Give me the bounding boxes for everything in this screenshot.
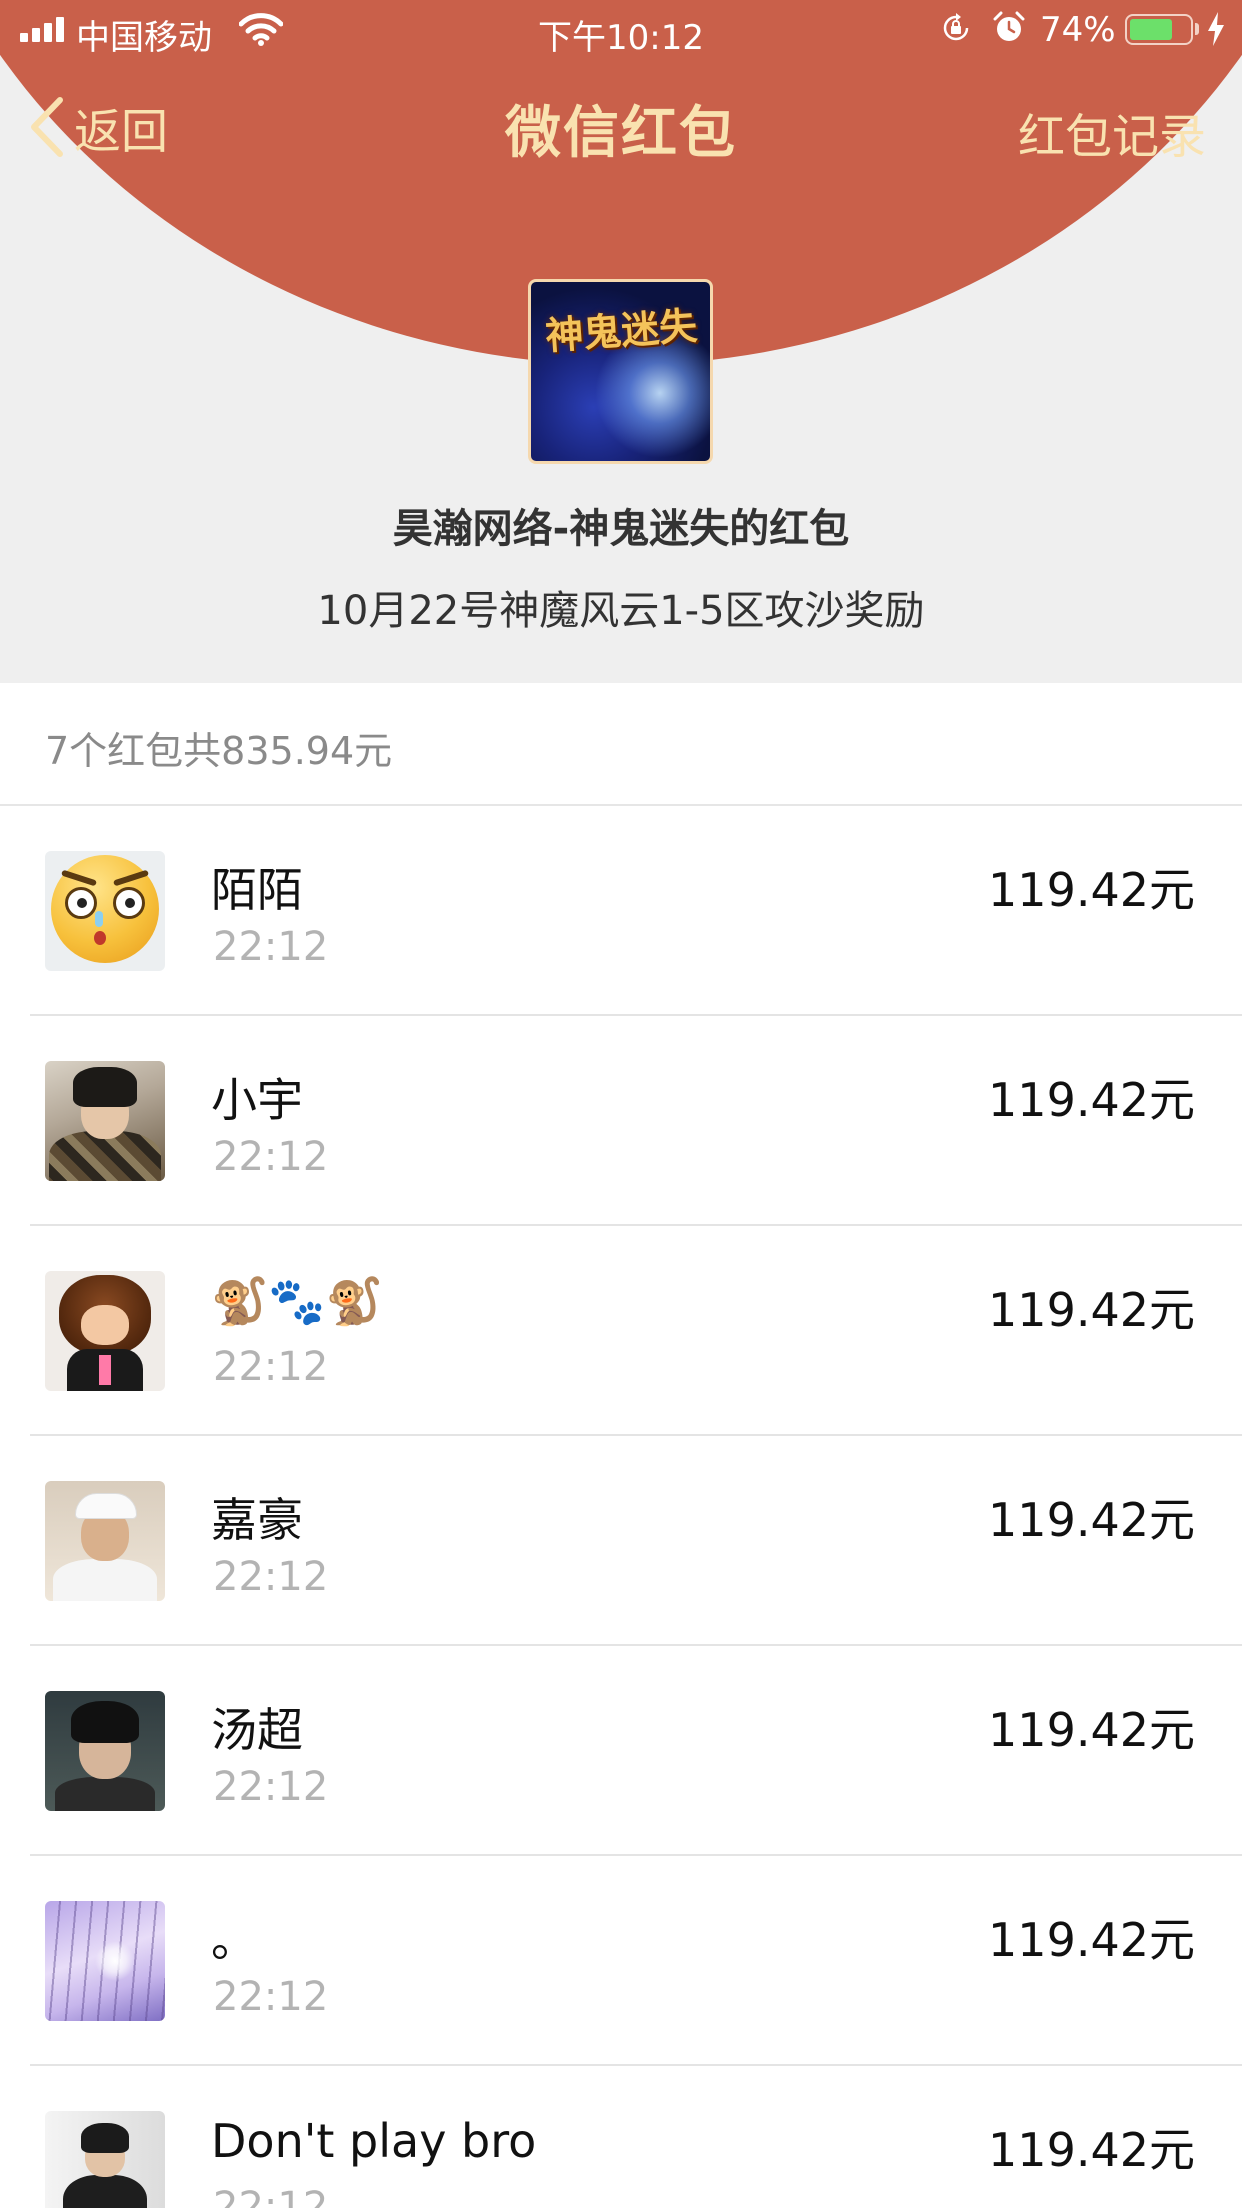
sender-logo-lettering: 神鬼迷失 [543, 302, 699, 359]
amount: 119.42元 [988, 1703, 1195, 1757]
list-item[interactable]: 嘉豪 22:12 119.42元 [0, 1436, 1242, 1646]
amount: 119.42元 [988, 1073, 1195, 1127]
receive-time: 22:12 [213, 2184, 329, 2208]
status-bar: 中国移动 下午10:12 74% [0, 0, 1242, 62]
amount: 119.42元 [988, 1283, 1195, 1337]
amount: 119.42元 [988, 1493, 1195, 1547]
receive-time: 22:12 [213, 1974, 329, 2020]
man-cap-photo-avatar[interactable] [45, 1481, 165, 1601]
greeting-message: 10月22号神魔风云1-5区攻沙奖励 [317, 588, 925, 634]
packet-summary: 7个红包共835.94元 [45, 729, 393, 773]
sender-name: 昊瀚网络-神鬼迷失的红包 [392, 506, 850, 552]
lucky-money-records-link[interactable]: 红包记录 [1018, 98, 1206, 167]
man-photo-avatar[interactable] [45, 1061, 165, 1181]
list-item[interactable]: 🐒🐾🐒 22:12 119.42元 [0, 1226, 1242, 1436]
receive-time: 22:12 [213, 1344, 329, 1390]
recipient-name: 陌陌 [211, 863, 303, 917]
lucky-money-detail-screen: 中国移动 下午10:12 74% 返回 微信红包 红包记录 神鬼迷失 昊瀚网络-… [0, 0, 1242, 2208]
rotation-lock-icon [943, 13, 969, 41]
amount: 119.42元 [988, 863, 1195, 917]
list-item[interactable]: 汤超 22:12 119.42元 [0, 1646, 1242, 1856]
amount: 119.42元 [988, 1913, 1195, 1967]
alarm-icon [993, 11, 1025, 41]
receive-time: 22:12 [213, 924, 329, 970]
receive-time: 22:12 [213, 1554, 329, 1600]
man-selfie-avatar[interactable] [45, 1691, 165, 1811]
battery-icon [1125, 14, 1193, 45]
list-item[interactable]: 小宇 22:12 119.42元 [0, 1016, 1242, 1226]
winter-scene-avatar[interactable] [45, 1901, 165, 2021]
recipient-list: 陌陌 22:12 119.42元 小宇 22:12 119.42元 🐒🐾🐒 22… [0, 806, 1242, 2208]
recipient-name: 嘉豪 [211, 1493, 303, 1547]
doll-avatar[interactable] [45, 1271, 165, 1391]
angry-emoji-avatar[interactable] [45, 851, 165, 971]
recipient-name: 。 [211, 1913, 257, 1967]
battery-percent: 74% [1040, 10, 1116, 50]
recipient-name: 小宇 [211, 1073, 303, 1127]
amount: 119.42元 [988, 2123, 1195, 2177]
man-bw-photo-avatar[interactable] [45, 2111, 165, 2208]
list-item[interactable]: 。 22:12 119.42元 [0, 1856, 1242, 2066]
receive-time: 22:12 [213, 1134, 329, 1180]
list-item[interactable]: Don't play bro 22:12 119.42元 [0, 2066, 1242, 2208]
sender-avatar[interactable]: 神鬼迷失 [528, 279, 713, 464]
battery-level [1130, 19, 1172, 40]
battery-cap [1195, 23, 1199, 35]
recipient-name: 🐒🐾🐒 [211, 1274, 383, 1328]
receive-time: 22:12 [213, 1764, 329, 1810]
list-item[interactable]: 陌陌 22:12 119.42元 [0, 806, 1242, 1016]
charging-bolt-icon [1208, 12, 1224, 46]
recipient-name: 汤超 [211, 1703, 303, 1757]
recipient-name: Don't play bro [211, 2114, 537, 2168]
navigation-bar: 返回 微信红包 红包记录 [0, 62, 1242, 190]
